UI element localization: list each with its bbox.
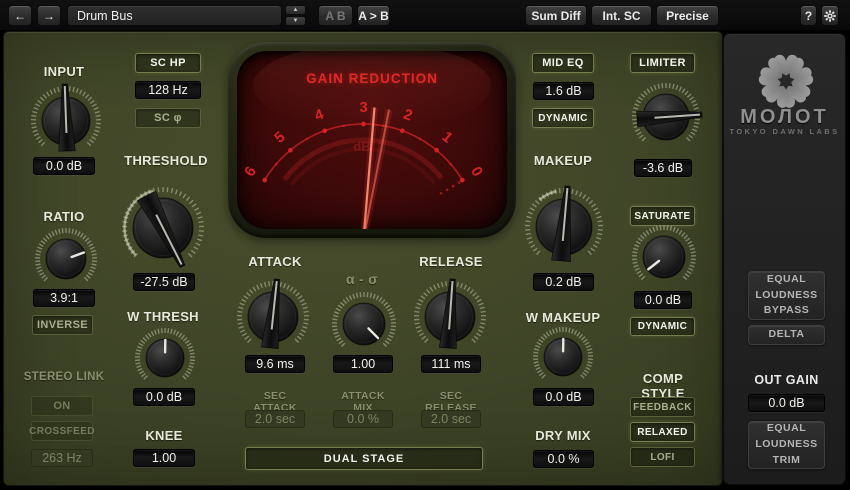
mid-eq-toggle[interactable]: MID EQ — [532, 53, 594, 73]
saturate-value[interactable]: 0.0 dB — [634, 291, 692, 309]
dual-stage-toggle[interactable]: DUAL STAGE — [245, 447, 483, 470]
triangle-down-icon: ▼ — [293, 18, 299, 24]
gain-reduction-meter: 6543210dB GAIN REDUCTION — [228, 42, 516, 238]
meter-glass: 6543210dB GAIN REDUCTION — [237, 51, 507, 229]
svg-text:1: 1 — [439, 128, 456, 146]
comp-style-feedback-toggle[interactable]: FEEDBACK — [630, 397, 695, 417]
out-gain-label: OUT GAIN — [748, 373, 825, 387]
crossfeed-toggle[interactable]: CROSSFEED — [31, 421, 93, 441]
molot-plugin-window: ← → Drum Bus ▲ ▼ A B A > B Sum Diff Int.… — [0, 0, 850, 490]
sidechain-highpass-toggle[interactable]: SC HP — [135, 53, 201, 73]
sum-diff-button[interactable]: Sum Diff — [525, 5, 587, 26]
attack-mix-value[interactable]: 0.0 % — [333, 410, 393, 428]
threshold-label: THRESHOLD — [121, 153, 211, 168]
saturate-dynamic-toggle[interactable]: DYNAMIC — [630, 317, 695, 336]
triangle-up-icon: ▲ — [293, 7, 299, 13]
toolbar: ← → Drum Bus ▲ ▼ A B A > B Sum Diff Int.… — [0, 0, 850, 30]
makeup-knob[interactable] — [516, 179, 612, 275]
sidechain-highpass-freq-value[interactable]: 128 Hz — [135, 81, 201, 99]
input-value[interactable]: 0.0 dB — [33, 157, 95, 175]
equal-loudness-bypass-button[interactable]: EQUAL LOUDNESS BYPASS — [748, 271, 825, 320]
preset-spin-down-button[interactable]: ▼ — [285, 16, 306, 26]
limiter-knob[interactable] — [623, 74, 709, 160]
dry-mix-value[interactable]: 0.0 % — [533, 450, 594, 468]
dry-mix-label: DRY MIX — [531, 428, 595, 443]
sec-attack-value[interactable]: 2.0 sec — [245, 410, 305, 428]
saturate-knob[interactable] — [623, 216, 705, 298]
w-thresh-value[interactable]: 0.0 dB — [133, 388, 195, 406]
crossfeed-freq-value[interactable]: 263 Hz — [31, 449, 93, 467]
preset-name: Drum Bus — [77, 9, 133, 23]
ab-compare-button[interactable]: A B — [318, 5, 353, 26]
brand-subtitle: TOKYO DAWN LABS — [723, 127, 846, 136]
svg-text:0: 0 — [467, 164, 486, 180]
preset-forward-button[interactable]: → — [37, 5, 61, 26]
attack-label: ATTACK — [243, 254, 307, 269]
knee-value[interactable]: 1.00 — [133, 449, 195, 467]
mid-eq-value[interactable]: 1.6 dB — [533, 82, 594, 100]
meter-title: GAIN REDUCTION — [237, 71, 507, 86]
arrow-right-icon: → — [43, 9, 55, 23]
delta-button[interactable]: DELTA — [748, 325, 825, 345]
limiter-toggle[interactable]: LIMITER — [630, 53, 695, 73]
brand-name: МОЛОТ — [723, 106, 846, 129]
preset-back-button[interactable]: ← — [8, 5, 32, 26]
settings-button[interactable] — [821, 5, 839, 26]
inverse-toggle[interactable]: INVERSE — [32, 315, 93, 335]
alpha-sigma-value[interactable]: 1.00 — [333, 355, 393, 373]
svg-text:4: 4 — [312, 106, 326, 125]
question-mark-icon: ? — [805, 9, 812, 23]
w-makeup-knob[interactable] — [524, 318, 602, 396]
w-makeup-value[interactable]: 0.0 dB — [533, 388, 594, 406]
threshold-knob[interactable] — [113, 178, 213, 278]
precise-mode-button[interactable]: Precise — [656, 5, 719, 26]
release-knob[interactable] — [405, 272, 495, 362]
threshold-value[interactable]: -27.5 dB — [133, 273, 195, 291]
comp-style-lofi-toggle[interactable]: LOFI — [630, 447, 695, 467]
ratio-knob[interactable] — [26, 219, 106, 299]
sec-release-value[interactable]: 2.0 sec — [421, 410, 481, 428]
svg-text:5: 5 — [271, 128, 288, 146]
stereo-link-on-toggle[interactable]: ON — [31, 396, 93, 416]
preset-spin-up-button[interactable]: ▲ — [285, 5, 306, 15]
comp-style-relaxed-toggle[interactable]: RELAXED — [630, 422, 695, 442]
attack-knob[interactable] — [228, 272, 318, 362]
alpha-sigma-knob[interactable] — [323, 283, 405, 365]
help-button[interactable]: ? — [800, 5, 817, 26]
input-knob[interactable] — [22, 77, 110, 165]
ratio-value[interactable]: 3.9:1 — [33, 289, 95, 307]
limiter-value[interactable]: -3.6 dB — [634, 159, 692, 177]
arrow-left-icon: ← — [14, 9, 26, 23]
out-gain-value[interactable]: 0.0 dB — [748, 394, 825, 412]
attack-value[interactable]: 9.6 ms — [245, 355, 305, 373]
sidechain-phase-toggle[interactable]: SC φ — [135, 108, 201, 128]
w-thresh-knob[interactable] — [126, 319, 204, 397]
equal-loudness-trim-button[interactable]: EQUAL LOUDNESS TRIM — [748, 421, 825, 469]
preset-selector[interactable]: Drum Bus — [67, 5, 282, 26]
makeup-label: MAKEUP — [530, 153, 596, 168]
gear-icon — [824, 10, 836, 22]
internal-sidechain-button[interactable]: Int. SC — [591, 5, 652, 26]
brand-flower-logo — [757, 52, 815, 110]
svg-text:6: 6 — [241, 164, 260, 180]
knee-label: KNEE — [133, 428, 195, 443]
mid-eq-dynamic-toggle[interactable]: DYNAMIC — [532, 108, 594, 128]
release-value[interactable]: 111 ms — [421, 355, 481, 373]
a-to-b-copy-button[interactable]: A > B — [357, 5, 390, 26]
makeup-value[interactable]: 0.2 dB — [533, 273, 594, 291]
svg-text:2: 2 — [401, 106, 415, 125]
svg-text:3: 3 — [359, 99, 367, 116]
stereo-link-label: STEREO LINK — [19, 371, 109, 383]
release-label: RELEASE — [419, 254, 483, 269]
